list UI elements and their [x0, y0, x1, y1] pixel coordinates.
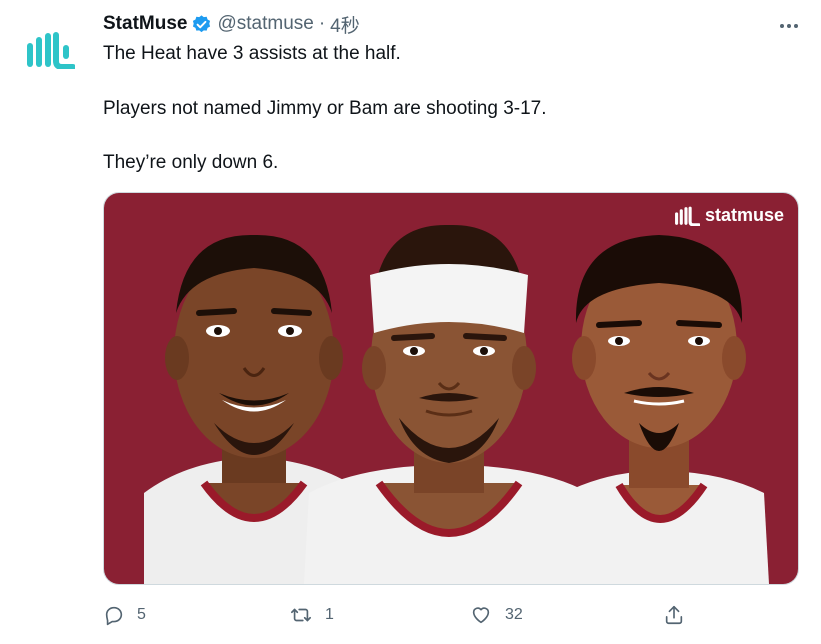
tweet-text-line: The Heat have 3 assists at the half. [103, 43, 401, 64]
players-illustration [104, 193, 798, 584]
tweet-text-line: They’re only down 6. [103, 152, 279, 173]
statmuse-logo-icon [27, 32, 75, 69]
statmuse-logo-icon [675, 206, 700, 226]
statmuse-watermark: statmuse [674, 205, 784, 226]
separator-dot: · [318, 13, 326, 34]
retweet-button[interactable]: 1 [289, 600, 334, 630]
retweet-count: 1 [325, 606, 334, 623]
share-button[interactable] [663, 600, 685, 630]
verified-badge-icon [191, 14, 212, 35]
author-name[interactable]: StatMuse [103, 13, 187, 35]
tweet-text-line: Players not named Jimmy or Bam are shoot… [103, 98, 547, 119]
tweet-actions: 5 1 32 [103, 600, 703, 630]
author-handle[interactable]: @statmuse [217, 13, 313, 35]
tweet-header: StatMuse @statmuse · 4秒 [103, 11, 360, 37]
share-icon [665, 605, 683, 625]
like-count: 32 [505, 606, 523, 623]
retweet-icon [291, 608, 311, 622]
like-button[interactable]: 32 [469, 600, 523, 630]
avatar[interactable] [18, 18, 82, 82]
watermark-text: statmuse [704, 205, 784, 225]
tweet-image[interactable]: statmuse [103, 192, 799, 585]
reply-count: 5 [137, 606, 146, 623]
reply-icon [105, 606, 123, 626]
more-options-icon[interactable] [777, 16, 801, 36]
timestamp[interactable]: 4秒 [330, 11, 360, 38]
reply-button[interactable]: 5 [103, 600, 146, 630]
heart-icon [472, 607, 490, 624]
